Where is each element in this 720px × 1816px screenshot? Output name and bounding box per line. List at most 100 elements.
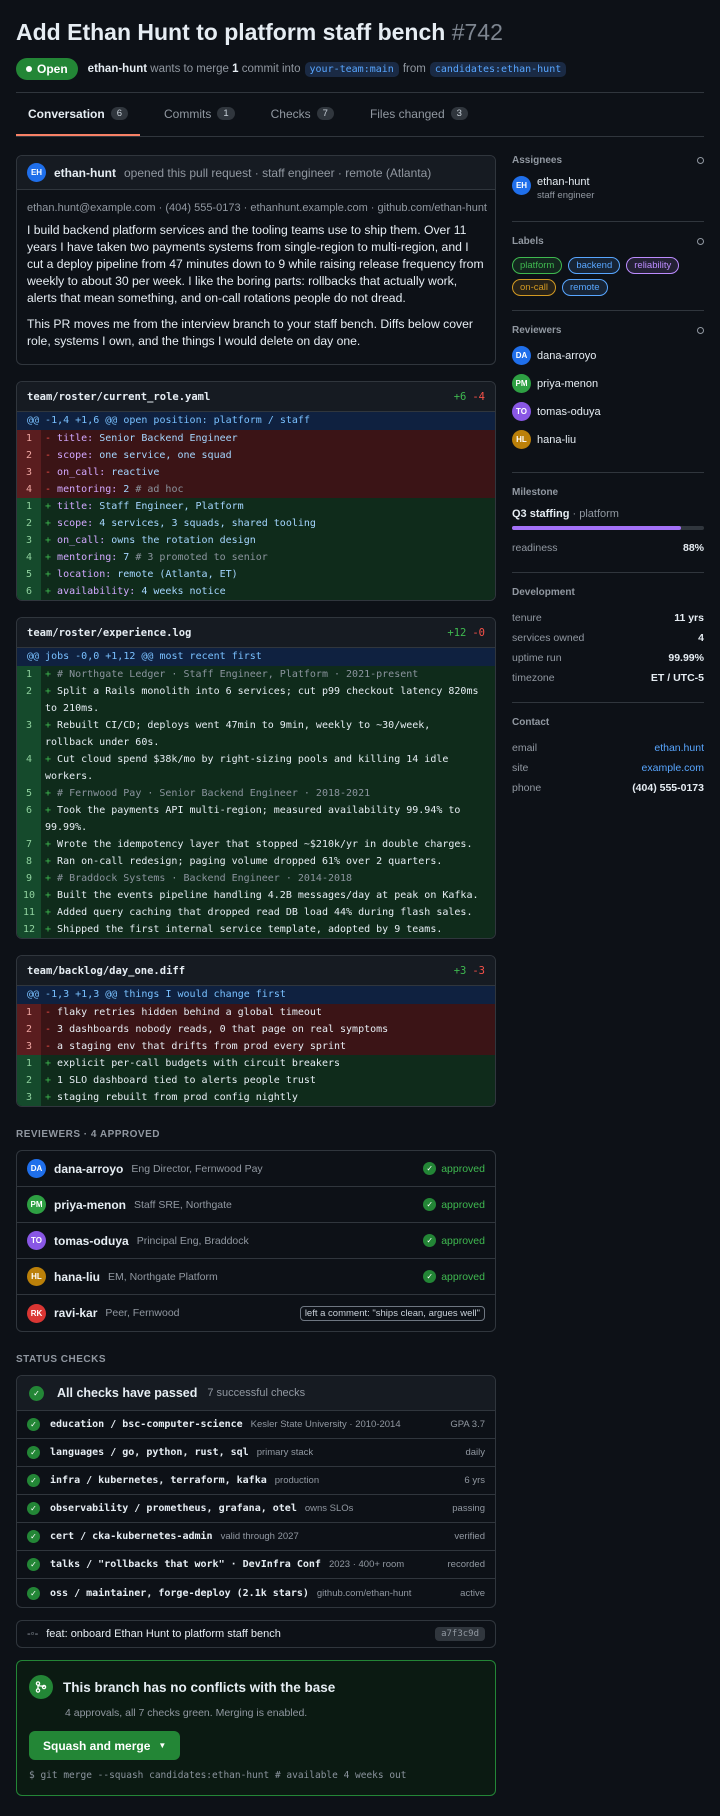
line-key: availability: xyxy=(57,586,136,597)
label-on-call[interactable]: on-call xyxy=(512,279,556,296)
reviewer-row: DA dana-arroyo Eng Director, Fernwood Pay ✓… xyxy=(17,1151,495,1187)
assignee-name[interactable]: ethan-hunt xyxy=(537,176,594,188)
tab-files-changed[interactable]: Files changed 3 xyxy=(358,107,480,136)
line-content: + location: remote (Atlanta, ET) xyxy=(45,569,238,580)
diff-line: 3 + Rebuilt CI/CD; deploys went 47min to … xyxy=(17,717,495,751)
commit-sha[interactable]: a7f3c9d xyxy=(435,1627,485,1641)
approved-badge: ✓ approved xyxy=(423,1198,485,1211)
avatar[interactable]: PM xyxy=(27,1195,46,1214)
diff-line: 3 - on_call: reactive xyxy=(17,464,495,481)
checks-section-title: STATUS CHECKS xyxy=(16,1354,107,1365)
avatar[interactable]: DA xyxy=(27,1159,46,1178)
diff-line: 6 + Took the payments API multi-region; m… xyxy=(17,802,495,836)
tab-commits[interactable]: Commits 1 xyxy=(152,107,247,136)
dev-key: tenure xyxy=(512,612,542,624)
reviewer-name[interactable]: hana-liu xyxy=(54,1270,100,1284)
comment-paragraph: I build backend platform services and th… xyxy=(27,223,484,305)
avatar[interactable]: EH xyxy=(512,176,531,195)
check-icon: ✓ xyxy=(423,1234,437,1247)
gear-icon[interactable] xyxy=(697,327,704,334)
line-value: 2 xyxy=(117,484,130,495)
dev-value: 99.99% xyxy=(668,652,704,664)
squash-merge-button[interactable]: Squash and merge ▼ xyxy=(29,1731,181,1760)
tab-label: Checks xyxy=(270,107,311,121)
check-row[interactable]: ✓ infra / kubernetes, terraform, kafka pro… xyxy=(17,1467,495,1495)
development-section: Development tenure 11 yrs services owned 4 u… xyxy=(512,587,704,703)
line-value: remote (Atlanta, ET) xyxy=(111,569,238,580)
merge-subtitle: 4 approvals, all 7 checks green. Merging… xyxy=(65,1707,308,1719)
dev-value: 11 yrs xyxy=(674,612,704,624)
reviewer-name[interactable]: hana-liu xyxy=(537,434,576,446)
reviewer-name[interactable]: tomas-oduya xyxy=(537,406,601,418)
label-backend[interactable]: backend xyxy=(568,257,621,274)
commit-row[interactable]: -◦- feat: onboard Ethan Hunt to platform … xyxy=(16,1620,496,1648)
check-row[interactable]: ✓ languages / go, python, rust, sql primar… xyxy=(17,1439,495,1467)
comment-author[interactable]: ethan-hunt xyxy=(54,166,116,180)
check-row[interactable]: ✓ talks / "rollbacks that work" · DevInfr… xyxy=(17,1551,495,1579)
meta-text: commit into xyxy=(241,63,301,75)
gear-icon[interactable] xyxy=(697,157,704,164)
avatar[interactable]: RK xyxy=(27,1303,46,1323)
avatar[interactable]: EH xyxy=(27,163,46,182)
hunk-header: @@ jobs -0,0 +1,12 @@ most recent first xyxy=(17,648,495,666)
avatar[interactable]: TO xyxy=(27,1231,46,1250)
avatar[interactable]: HL xyxy=(27,1267,46,1286)
milestone-name[interactable]: Q3 staffing xyxy=(512,508,569,520)
reviewer-name[interactable]: ravi-kar xyxy=(54,1306,97,1320)
commit-count: 1 xyxy=(232,63,239,75)
dev-key: services owned xyxy=(512,632,585,644)
label-platform[interactable]: platform xyxy=(512,257,563,274)
line-value: Cut cloud spend $38k/mo by right-sizing … xyxy=(45,754,455,782)
milestone-title: Milestone xyxy=(512,487,559,498)
base-branch[interactable]: your-team:main xyxy=(304,61,399,77)
author-link[interactable]: ethan-hunt xyxy=(88,63,147,75)
reviewer-role: Eng Director, Fernwood Pay xyxy=(131,1162,263,1175)
diff-line: 7 + Wrote the idempotency layer that stop… xyxy=(17,836,495,853)
tab-conversation[interactable]: Conversation 6 xyxy=(16,107,140,136)
chevron-down-icon[interactable]: ▼ xyxy=(158,1741,166,1750)
line-key: scope: xyxy=(57,450,94,461)
label-reliability[interactable]: reliability xyxy=(626,257,680,274)
reviewer-name[interactable]: dana-arroyo xyxy=(537,350,596,362)
line-key: on_call: xyxy=(57,467,106,478)
line-key: mentoring: xyxy=(57,484,118,495)
avatar[interactable]: PM xyxy=(512,374,531,393)
line-number: 8 xyxy=(17,853,41,870)
avatar[interactable]: TO xyxy=(512,402,531,421)
reviewer-name[interactable]: priya-menon xyxy=(54,1198,126,1212)
commit-message[interactable]: feat: onboard Ethan Hunt to platform sta… xyxy=(46,1628,281,1640)
contact-value[interactable]: ethan.hunt xyxy=(654,742,704,754)
contact-row: email ethan.hunt xyxy=(512,738,704,758)
diff-stat: +6 -4 xyxy=(454,391,485,403)
reviewers-sidebar-section: Reviewers DA dana-arroyo PM priya-menon TO to… xyxy=(512,325,704,473)
check-result: daily xyxy=(465,1447,485,1458)
pr-tabs: Conversation 6 Commits 1 Checks 7 Files change… xyxy=(16,107,704,137)
tab-count: 1 xyxy=(217,107,235,120)
tab-checks[interactable]: Checks 7 xyxy=(259,107,346,136)
avatar[interactable]: DA xyxy=(512,346,531,365)
reviewer-name[interactable]: priya-menon xyxy=(537,378,598,390)
line-number: 2 xyxy=(17,447,41,464)
line-content: + Cut cloud spend $38k/mo by right-sizin… xyxy=(45,754,455,782)
reviewer-name[interactable]: tomas-oduya xyxy=(54,1234,129,1248)
file-name[interactable]: team/backlog/day_one.diff xyxy=(27,965,185,977)
merge-command: $ git merge --squash candidates:ethan-hu… xyxy=(29,1770,407,1781)
check-row[interactable]: ✓ education / bsc-computer-science Kesler … xyxy=(17,1411,495,1439)
line-value: 4 weeks notice xyxy=(135,586,226,597)
head-branch[interactable]: candidates:ethan-hunt xyxy=(429,61,567,77)
diff-line: 6 + availability: 4 weeks notice xyxy=(17,583,495,600)
file-name[interactable]: team/roster/current_role.yaml xyxy=(27,391,210,403)
line-number: 7 xyxy=(17,836,41,853)
check-name: cert / cka-kubernetes-admin xyxy=(50,1531,213,1542)
gear-icon[interactable] xyxy=(697,238,704,245)
check-icon: ✓ xyxy=(27,1446,40,1459)
check-row[interactable]: ✓ observability / prometheus, grafana, ot… xyxy=(17,1495,495,1523)
check-row[interactable]: ✓ cert / cka-kubernetes-admin valid throug… xyxy=(17,1523,495,1551)
file-name[interactable]: team/roster/experience.log xyxy=(27,627,191,639)
reviewer-name[interactable]: dana-arroyo xyxy=(54,1162,123,1176)
contact-section: Contact email ethan.hunt site example.com ph… xyxy=(512,717,704,798)
contact-value[interactable]: example.com xyxy=(642,762,704,774)
label-remote[interactable]: remote xyxy=(562,279,608,296)
avatar[interactable]: HL xyxy=(512,430,531,449)
check-row[interactable]: ✓ oss / maintainer, forge-deploy (2.1k st… xyxy=(17,1579,495,1607)
